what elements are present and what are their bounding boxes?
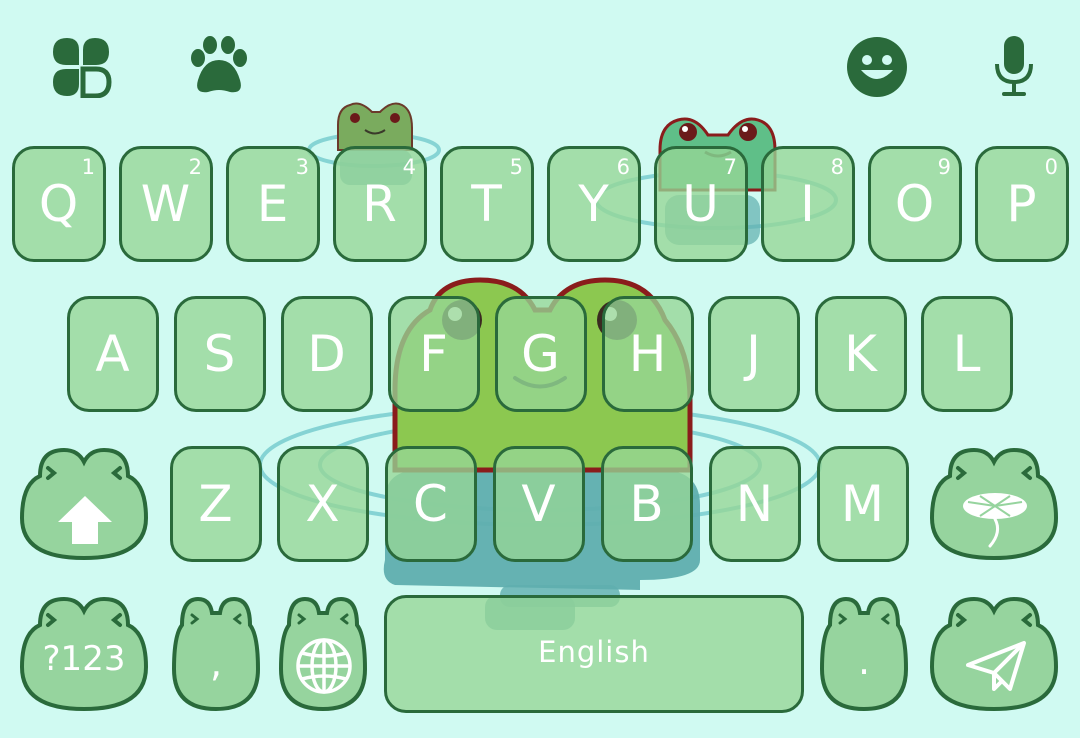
symbols-label: ?123 — [42, 639, 126, 679]
key-r[interactable]: R4 — [333, 146, 427, 262]
paw-icon[interactable] — [190, 36, 248, 94]
symbols-key[interactable]: ?123 — [12, 595, 156, 713]
key-w[interactable]: W2 — [119, 146, 213, 262]
key-label: W — [140, 175, 192, 233]
comma-key[interactable]: , — [170, 595, 262, 713]
key-m[interactable]: M — [817, 446, 909, 562]
key-row-4: ?123 , English . — [0, 595, 1080, 715]
keyboard: Q1 W2 E3 R4 T5 Y6 U7 I8 O9 P0 A S D F G … — [0, 0, 1080, 738]
key-hint: 6 — [616, 155, 630, 179]
comma-label: , — [209, 641, 223, 685]
key-label: B — [629, 475, 665, 533]
key-y[interactable]: Y6 — [547, 146, 641, 262]
key-label: H — [628, 325, 668, 383]
key-label: I — [800, 175, 816, 233]
key-hint: 7 — [723, 155, 737, 179]
key-label: Y — [578, 175, 610, 233]
globe-icon — [296, 638, 352, 694]
key-label: K — [844, 325, 878, 383]
key-p[interactable]: P0 — [975, 146, 1069, 262]
key-label: M — [840, 475, 886, 533]
key-u[interactable]: U7 — [654, 146, 748, 262]
key-label: A — [95, 325, 131, 383]
key-x[interactable]: X — [277, 446, 369, 562]
key-label: J — [746, 325, 762, 383]
key-h[interactable]: H — [602, 296, 694, 412]
key-label: D — [307, 325, 347, 383]
key-label: T — [471, 175, 503, 233]
key-b[interactable]: B — [601, 446, 693, 562]
key-hint: 8 — [830, 155, 844, 179]
space-label: English — [538, 634, 650, 669]
key-label: X — [305, 475, 341, 533]
key-row-3: Z X C V B N M — [0, 446, 1080, 562]
microphone-icon[interactable] — [994, 34, 1034, 98]
key-row-2: A S D F G H J K L — [0, 296, 1080, 412]
key-label: Z — [198, 475, 234, 533]
backspace-key[interactable] — [922, 446, 1066, 562]
key-d[interactable]: D — [281, 296, 373, 412]
emoji-icon[interactable] — [846, 36, 908, 98]
key-o[interactable]: O9 — [868, 146, 962, 262]
key-hint: 5 — [509, 155, 523, 179]
key-g[interactable]: G — [495, 296, 587, 412]
key-s[interactable]: S — [174, 296, 266, 412]
key-hint: 9 — [937, 155, 951, 179]
key-n[interactable]: N — [709, 446, 801, 562]
lily-pad-icon — [963, 493, 1027, 548]
key-label: U — [682, 175, 720, 233]
period-key[interactable]: . — [818, 595, 910, 713]
key-v[interactable]: V — [493, 446, 585, 562]
key-hint: 0 — [1044, 155, 1058, 179]
key-label: N — [735, 475, 775, 533]
key-label: O — [894, 175, 936, 233]
key-label: F — [419, 325, 449, 383]
period-label: . — [857, 639, 871, 683]
send-key[interactable] — [922, 595, 1066, 713]
key-label: C — [413, 475, 449, 533]
key-c[interactable]: C — [385, 446, 477, 562]
paper-plane-icon — [966, 641, 1026, 691]
key-f[interactable]: F — [388, 296, 480, 412]
clover-icon[interactable] — [50, 36, 112, 99]
key-label: L — [952, 325, 982, 383]
key-hint: 2 — [188, 155, 202, 179]
globe-key[interactable] — [277, 595, 369, 713]
key-row-1: Q1 W2 E3 R4 T5 Y6 U7 I8 O9 P0 — [0, 146, 1080, 262]
space-bar[interactable]: English — [384, 595, 804, 713]
key-a[interactable]: A — [67, 296, 159, 412]
key-hint: 1 — [81, 155, 95, 179]
key-i[interactable]: I8 — [761, 146, 855, 262]
key-label: E — [256, 175, 290, 233]
key-e[interactable]: E3 — [226, 146, 320, 262]
key-j[interactable]: J — [708, 296, 800, 412]
key-label: R — [362, 175, 398, 233]
key-label: S — [203, 325, 237, 383]
key-q[interactable]: Q1 — [12, 146, 106, 262]
key-k[interactable]: K — [815, 296, 907, 412]
key-label: V — [521, 475, 557, 533]
key-label: G — [521, 325, 561, 383]
key-label: Q — [38, 175, 80, 233]
key-hint: 4 — [402, 155, 416, 179]
key-hint: 3 — [295, 155, 309, 179]
key-l[interactable]: L — [921, 296, 1013, 412]
shift-key[interactable] — [12, 446, 156, 562]
key-t[interactable]: T5 — [440, 146, 534, 262]
key-z[interactable]: Z — [170, 446, 262, 562]
key-label: P — [1006, 175, 1038, 233]
shift-arrow-icon — [58, 496, 112, 544]
